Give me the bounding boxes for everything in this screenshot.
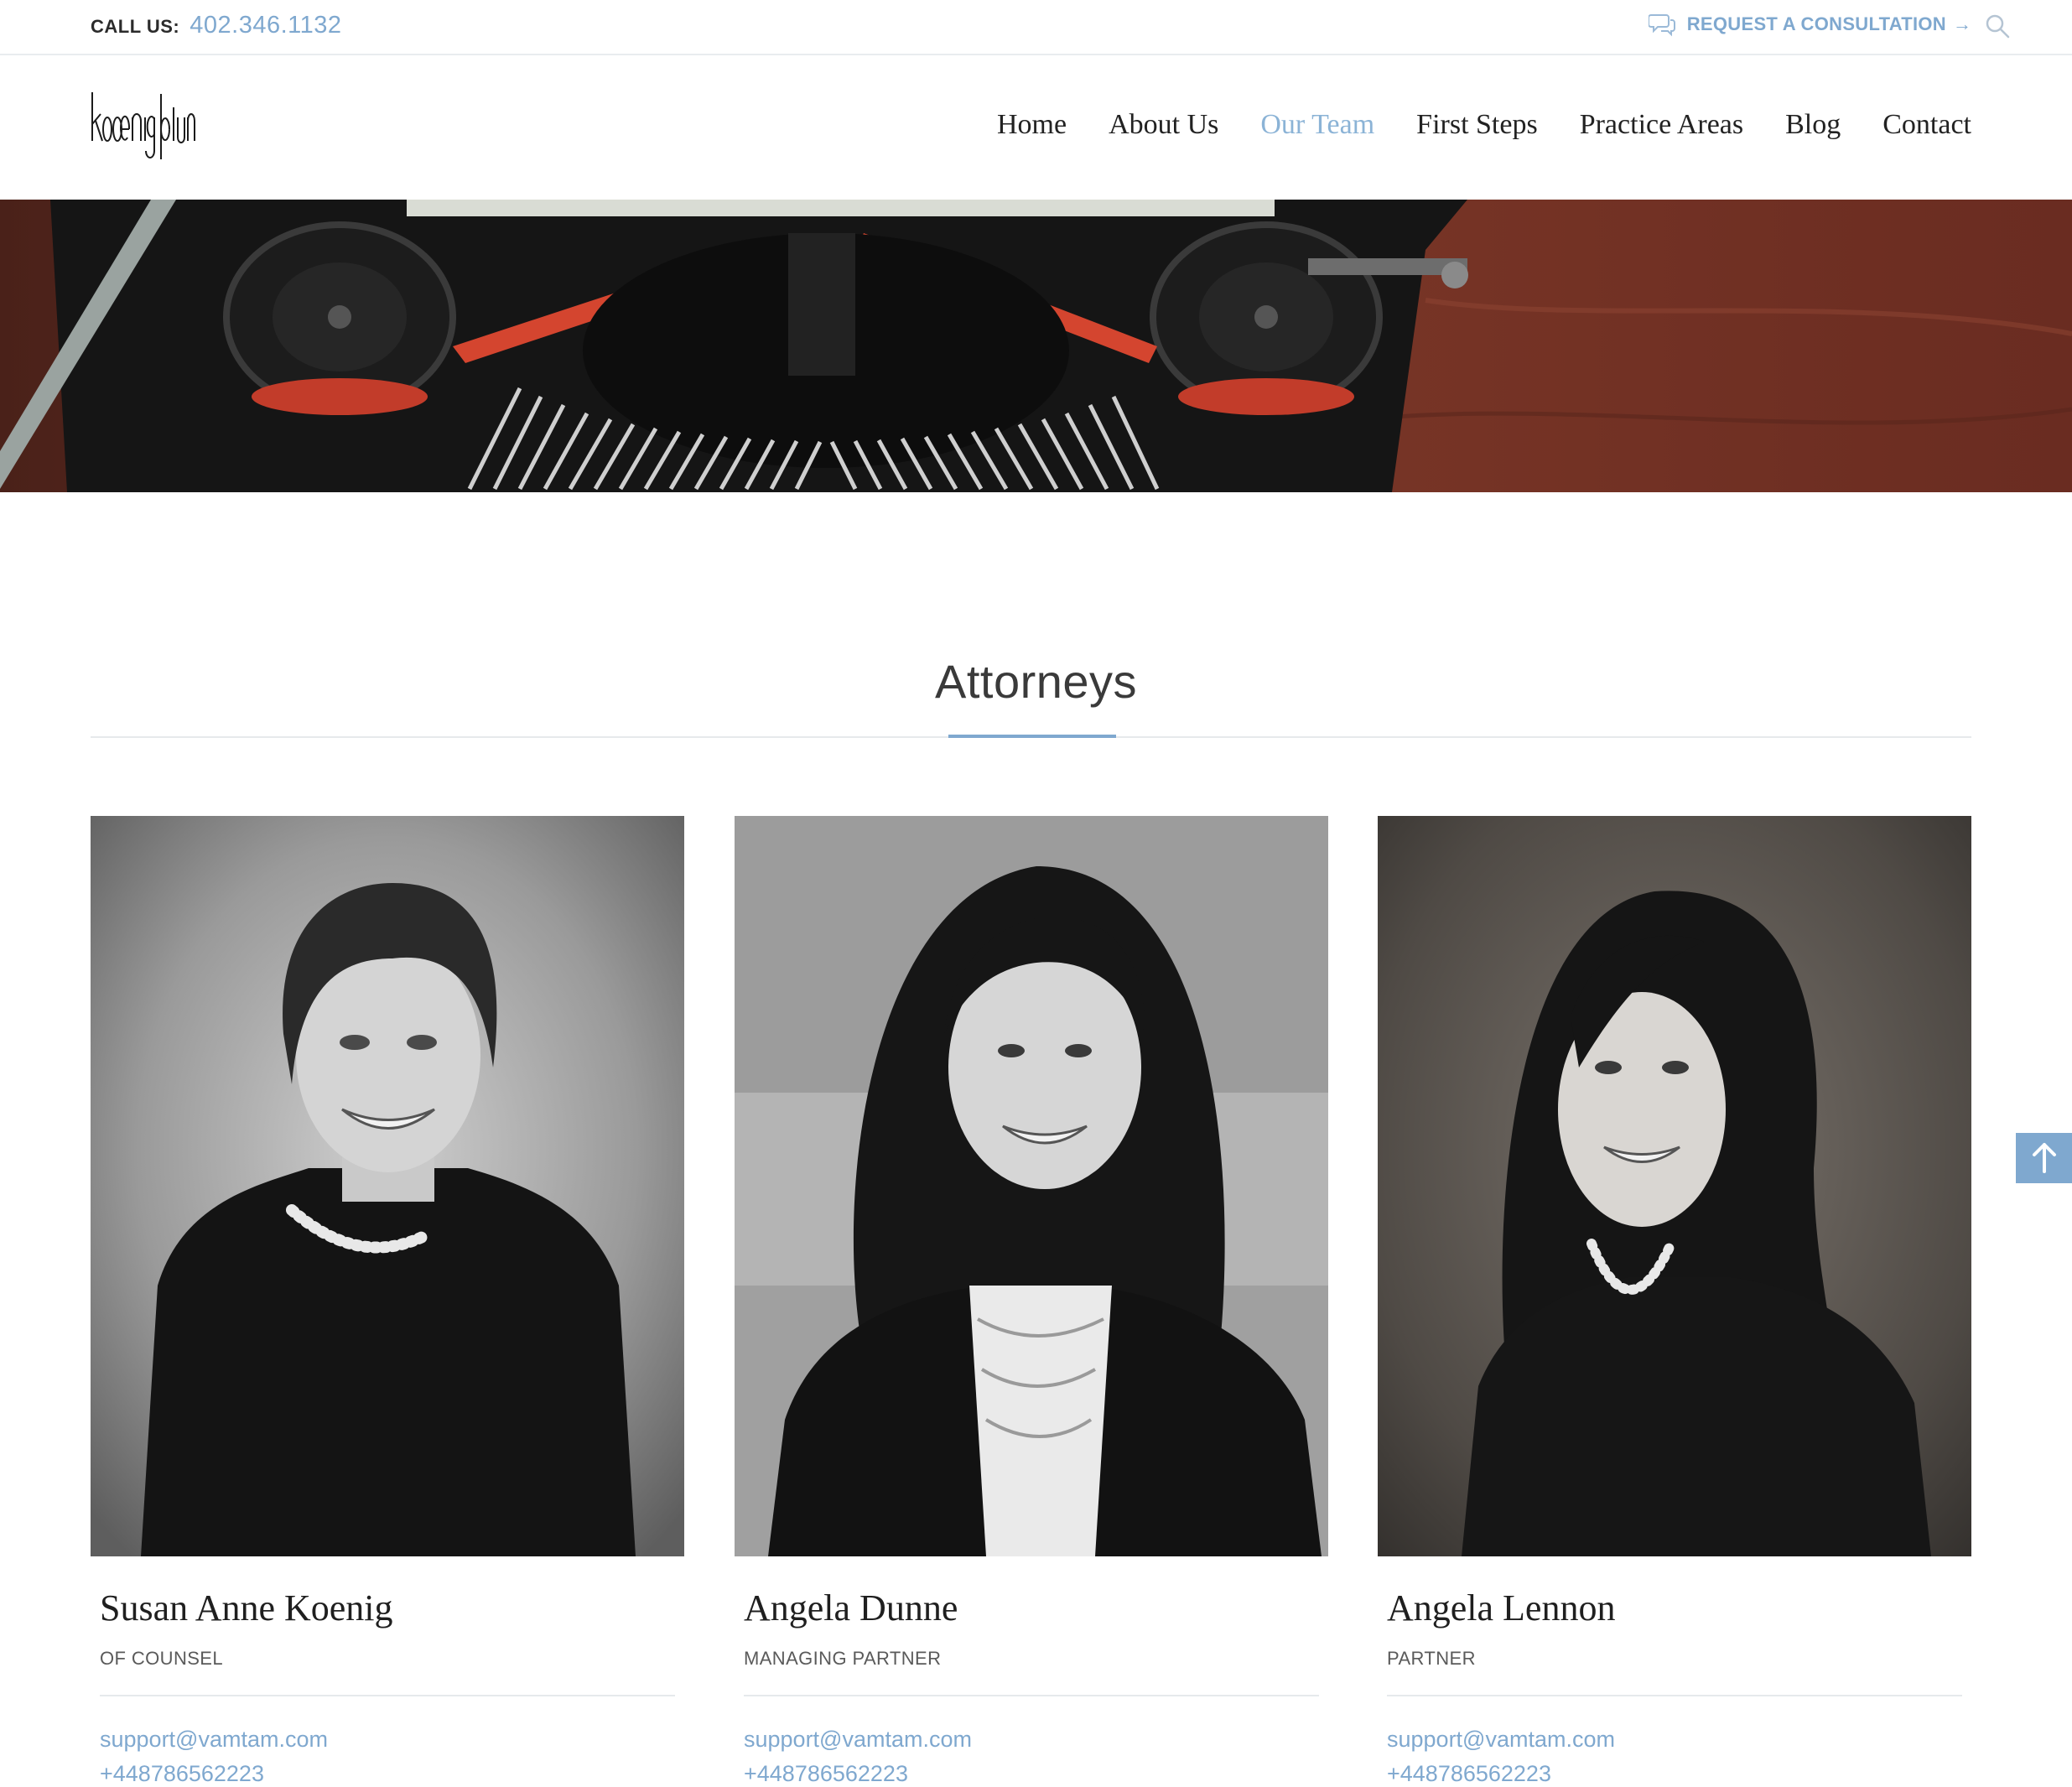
attorney-phone-link[interactable]: +448786562223 — [1387, 1761, 1971, 1787]
nav-first-steps[interactable]: First Steps — [1416, 109, 1538, 141]
top-bar: CALL US: 402.346.1132 REQUEST A CONSULTA… — [0, 0, 2072, 55]
attorney-photo[interactable] — [1378, 816, 1971, 1556]
attorney-phone-link[interactable]: +448786562223 — [100, 1761, 684, 1787]
attorney-name: Susan Anne Koenig — [100, 1587, 393, 1629]
attorney-role: OF COUNSEL — [100, 1648, 224, 1669]
nav-blog[interactable]: Blog — [1785, 109, 1841, 141]
attorney-photo[interactable] — [735, 816, 1328, 1556]
attorney-card: Angela Lennon PARTNER support@vamtam.com… — [1378, 816, 1971, 1787]
request-consultation-link[interactable]: REQUEST A CONSULTATION → — [1648, 12, 1971, 37]
card-divider — [744, 1695, 1319, 1696]
nav-our-team[interactable]: Our Team — [1260, 109, 1374, 141]
card-divider — [1387, 1695, 1962, 1696]
attorney-name: Angela Lennon — [1387, 1587, 1616, 1629]
attorney-card: Angela Dunne MANAGING PARTNER support@va… — [735, 816, 1328, 1787]
attorney-email-link[interactable]: support@vamtam.com — [1387, 1727, 1971, 1753]
attorney-photo[interactable] — [91, 816, 684, 1556]
main-header: Home About Us Our Team First Steps Pract… — [0, 57, 2072, 200]
search-icon[interactable] — [1983, 12, 2012, 40]
scroll-to-top-button[interactable] — [2016, 1133, 2072, 1183]
attorney-role: PARTNER — [1387, 1648, 1476, 1669]
phone-link[interactable]: 402.346.1132 — [190, 12, 341, 39]
nav-contact[interactable]: Contact — [1882, 109, 1971, 141]
card-divider — [100, 1695, 675, 1696]
nav-practice-areas[interactable]: Practice Areas — [1580, 109, 1743, 141]
arrow-right-icon: → — [1953, 13, 1971, 34]
section-divider-accent — [948, 735, 1116, 738]
site-logo[interactable] — [89, 91, 198, 161]
nav-about-us[interactable]: About Us — [1109, 109, 1218, 141]
call-us-label: CALL US: — [91, 16, 180, 37]
attorney-card: Susan Anne Koenig OF COUNSEL support@vam… — [91, 816, 684, 1787]
attorney-phone-link[interactable]: +448786562223 — [744, 1761, 1328, 1787]
attorney-role: MANAGING PARTNER — [744, 1648, 942, 1669]
hero-image-typewriter — [0, 200, 2072, 492]
chat-bubbles-icon — [1648, 14, 1675, 37]
arrow-up-icon — [2032, 1143, 2056, 1173]
attorney-email-link[interactable]: support@vamtam.com — [100, 1727, 684, 1753]
request-consultation-label: REQUEST A CONSULTATION — [1686, 13, 1946, 34]
call-us: CALL US: 402.346.1132 — [91, 12, 342, 39]
attorney-email-link[interactable]: support@vamtam.com — [744, 1727, 1328, 1753]
primary-nav: Home About Us Our Team First Steps Pract… — [997, 109, 1971, 141]
section-title: Attorneys — [934, 655, 1138, 708]
nav-home[interactable]: Home — [997, 109, 1067, 141]
attorney-name: Angela Dunne — [744, 1587, 958, 1629]
